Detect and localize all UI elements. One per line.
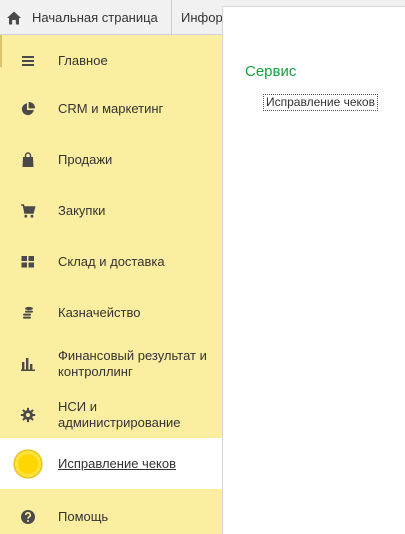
gear-icon: [20, 407, 36, 423]
pie-chart-icon: [20, 101, 36, 117]
tab-info-label: Информ: [181, 10, 225, 25]
sidebar-item-label: Продажи: [58, 151, 113, 167]
sidebar-item-label: Исправление чеков: [58, 455, 177, 471]
sidebar-item-label: Склад и доставка: [58, 253, 165, 269]
content-panel: Сервис Исправление чеков: [222, 6, 405, 534]
section-title: Сервис: [245, 63, 297, 80]
sidebar-item-label: Закупки: [58, 202, 106, 218]
help-circle-icon: [20, 509, 36, 525]
home-icon: [7, 11, 21, 24]
sidebar-item-label: Финансовый результат и контроллинг: [58, 347, 207, 379]
menu-lines-icon: [20, 53, 36, 69]
coins-stack-icon: [20, 305, 36, 321]
sidebar-item-help[interactable]: Помощь: [0, 491, 222, 534]
sidebar-item-sales[interactable]: Продажи: [0, 134, 222, 185]
sidebar-item-financial-result[interactable]: Финансовый результат и контроллинг: [0, 338, 222, 389]
sidebar-item-receipt-correction[interactable]: Исправление чеков: [0, 438, 222, 489]
sidebar-item-crm[interactable]: CRM и маркетинг: [0, 83, 222, 134]
sidebar-item-purchases[interactable]: Закупки: [0, 185, 222, 236]
bar-chart-icon: [20, 356, 36, 372]
grid-blocks-icon: [20, 254, 36, 270]
tab-info[interactable]: Информ: [173, 0, 225, 35]
sidebar-item-admin[interactable]: НСИ и администрирование: [0, 389, 222, 440]
shopping-bag-icon: [20, 151, 36, 168]
sidebar-item-label: Казначейство: [58, 304, 141, 320]
sidebar-item-main[interactable]: Главное: [0, 35, 222, 86]
sidebar-item-label: CRM и маркетинг: [58, 100, 164, 116]
sidebar-item-warehouse[interactable]: Склад и доставка: [0, 236, 222, 287]
receipt-correction-link[interactable]: Исправление чеков: [263, 94, 378, 111]
sidebar-item-label: НСИ и администрирование: [58, 398, 181, 430]
tab-home[interactable]: Начальная страница: [0, 0, 172, 35]
sidebar: Главное CRM и маркетинг Продажи Закупки …: [0, 35, 222, 534]
yellow-circle-icon: [13, 449, 43, 479]
sidebar-item-treasury[interactable]: Казначейство: [0, 287, 222, 338]
shopping-cart-icon: [20, 203, 36, 219]
sidebar-item-label: Главное: [58, 52, 108, 68]
tab-home-label: Начальная страница: [32, 10, 158, 25]
sidebar-item-label: Помощь: [58, 508, 109, 524]
